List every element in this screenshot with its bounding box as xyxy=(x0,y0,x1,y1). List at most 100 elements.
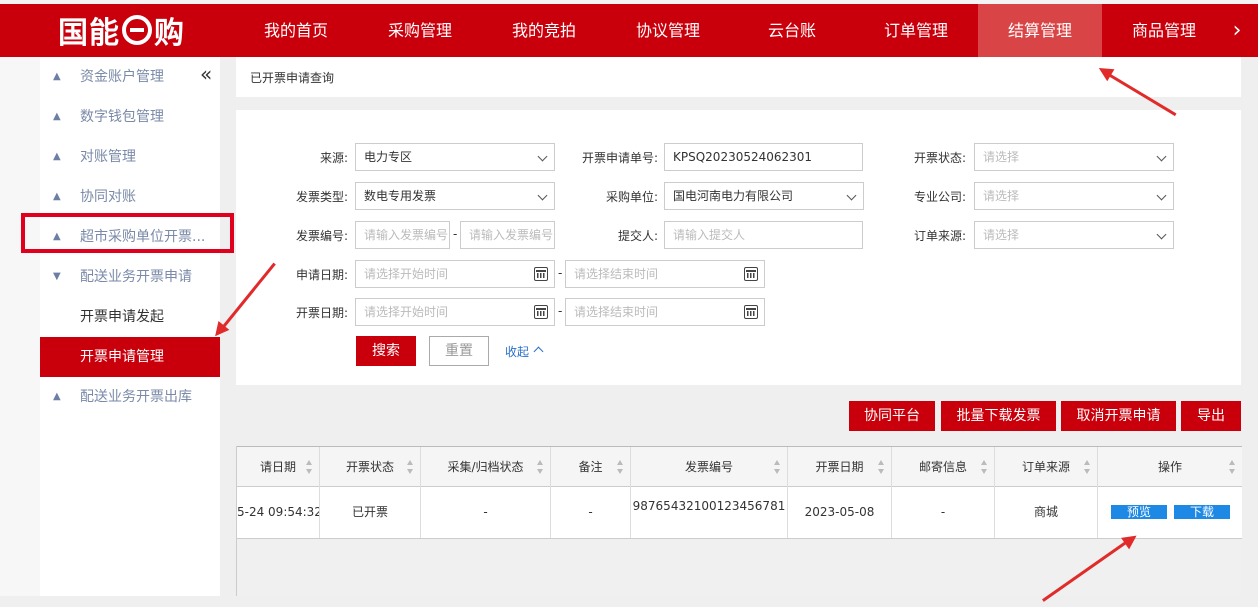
sidebar-item-label: 对账管理 xyxy=(80,149,136,165)
top-navbar: 国能 购 我的首页 采购管理 我的竞拍 协议管理 云台账 订单管理 结算管理 商… xyxy=(0,4,1258,57)
column-header[interactable]: 备注 xyxy=(551,447,631,487)
calendar-icon[interactable] xyxy=(534,267,548,281)
reset-button[interactable]: 重置 xyxy=(429,336,489,366)
source-select[interactable]: 电力专区 xyxy=(355,143,555,171)
sidebar-item-label: 协同对账 xyxy=(80,189,136,205)
sort-icon[interactable] xyxy=(878,460,885,474)
invoice-no-to-input[interactable]: 请输入发票编号 xyxy=(460,221,555,249)
column-header[interactable]: 邮寄信息 xyxy=(892,447,995,487)
chevron-down-icon xyxy=(846,190,857,201)
open-date-start-input[interactable]: 请选择开始时间 xyxy=(355,298,555,326)
nav-agreement[interactable]: 协议管理 xyxy=(606,4,730,57)
sort-icon[interactable] xyxy=(1229,460,1236,474)
calendar-icon[interactable] xyxy=(534,305,548,319)
chevron-down-icon xyxy=(537,190,548,201)
sidebar-item-reconcile[interactable]: ▲ 对账管理 xyxy=(40,137,220,177)
co-platform-button[interactable]: 协同平台 xyxy=(849,401,935,431)
sidebar-item-label: 配送业务开票申请 xyxy=(80,269,192,285)
invoice-no-to-placeholder: 请输入发票编号 xyxy=(469,228,554,242)
column-header[interactable]: 采集/归档状态 xyxy=(421,447,551,487)
triangle-up-icon: ▲ xyxy=(53,151,61,162)
sort-icon[interactable] xyxy=(774,460,781,474)
download-button[interactable]: 下载 xyxy=(1174,505,1230,519)
column-header[interactable]: 发票编号 xyxy=(631,447,788,487)
nav-goods[interactable]: 商品管理 xyxy=(1102,4,1226,57)
main-nav: 我的首页 采购管理 我的竞拍 协议管理 云台账 订单管理 结算管理 商品管理 xyxy=(234,4,1226,57)
source-value: 电力专区 xyxy=(364,150,413,164)
status-select[interactable]: 请选择 xyxy=(974,143,1174,171)
cell-mail: - xyxy=(892,487,995,538)
nav-settlement[interactable]: 结算管理 xyxy=(978,4,1102,57)
preview-button[interactable]: 预览 xyxy=(1111,505,1167,519)
apply-date-end-input[interactable]: 请选择结束时间 xyxy=(565,260,765,288)
column-header-label: 备注 xyxy=(578,460,603,474)
open-date-end-placeholder: 请选择结束时间 xyxy=(574,305,659,319)
submitter-placeholder: 请输入提交人 xyxy=(673,228,746,242)
breadcrumb: 已开票申请查询 xyxy=(250,71,335,85)
collapse-link[interactable]: 收起 xyxy=(505,343,544,360)
calendar-icon[interactable] xyxy=(744,305,758,319)
column-header-label: 邮寄信息 xyxy=(918,460,967,474)
sidebar-item-label: 配送业务开票出库 xyxy=(80,389,192,405)
column-header[interactable]: 订单来源 xyxy=(995,447,1098,487)
cell-actions: 预览 下载 xyxy=(1098,487,1242,538)
filter-panel: 来源: 电力专区 开票申请单号: KPSQ20230524062301 开票状态… xyxy=(236,110,1241,385)
column-header[interactable]: 请日期 xyxy=(237,447,320,487)
chevron-up-icon xyxy=(533,346,544,357)
company-label: 专业公司: xyxy=(913,190,966,204)
sort-icon[interactable] xyxy=(407,460,414,474)
sort-icon[interactable] xyxy=(617,460,624,474)
triangle-up-icon: ▲ xyxy=(53,71,61,82)
double-chevron-left-icon[interactable]: « xyxy=(200,64,212,84)
sidebar-item-label: 开票申请管理 xyxy=(80,349,164,365)
company-select[interactable]: 请选择 xyxy=(974,182,1174,210)
order-source-select[interactable]: 请选择 xyxy=(974,221,1174,249)
sidebar-item-delivery-invoice[interactable]: ▼ 配送业务开票申请 xyxy=(40,257,220,297)
chevron-right-icon[interactable]: › xyxy=(1216,4,1258,57)
column-header[interactable]: 操作 xyxy=(1098,447,1242,487)
sort-icon[interactable] xyxy=(537,460,544,474)
sidebar-item-label: 资金账户管理 xyxy=(80,69,164,85)
calendar-icon[interactable] xyxy=(744,267,758,281)
apply-date-start-placeholder: 请选择开始时间 xyxy=(364,267,449,281)
sort-icon[interactable] xyxy=(306,460,313,474)
sidebar-item-fund-account[interactable]: ▲ 资金账户管理 xyxy=(40,57,220,97)
sort-icon[interactable] xyxy=(1084,460,1091,474)
submitter-input[interactable]: 请输入提交人 xyxy=(664,221,863,249)
sidebar-item-wallet[interactable]: ▲ 数字钱包管理 xyxy=(40,97,220,137)
invoice-no-from-input[interactable]: 请输入发票编号 xyxy=(355,221,450,249)
sidebar-subitem-apply-start[interactable]: 开票申请发起 xyxy=(40,297,220,337)
cancel-apply-button[interactable]: 取消开票申请 xyxy=(1061,401,1176,431)
open-date-end-input[interactable]: 请选择结束时间 xyxy=(565,298,765,326)
apply-date-start-input[interactable]: 请选择开始时间 xyxy=(355,260,555,288)
column-header[interactable]: 开票状态 xyxy=(320,447,421,487)
type-select[interactable]: 数电专用发票 xyxy=(355,182,555,210)
sidebar-subitem-apply-manage[interactable]: 开票申请管理 xyxy=(40,337,220,377)
buyer-label: 采购单位: xyxy=(605,190,658,204)
nav-ledger[interactable]: 云台账 xyxy=(730,4,854,57)
nav-auction[interactable]: 我的竞拍 xyxy=(482,4,606,57)
range-dash: - xyxy=(453,227,458,241)
sidebar-item-delivery-outbound[interactable]: ▲ 配送业务开票出库 xyxy=(40,377,220,417)
search-button[interactable]: 搜索 xyxy=(356,336,416,366)
breadcrumb-bar: 已开票申请查询 xyxy=(236,57,1241,97)
sort-icon[interactable] xyxy=(981,460,988,474)
order-source-label: 订单来源: xyxy=(913,229,966,243)
nav-purchase[interactable]: 采购管理 xyxy=(358,4,482,57)
chevron-down-icon xyxy=(1156,190,1167,201)
open-date-label: 开票日期: xyxy=(295,306,348,320)
sidebar-item-co-reconcile[interactable]: ▲ 协同对账 xyxy=(40,177,220,217)
batch-download-button[interactable]: 批量下载发票 xyxy=(941,401,1056,431)
nav-home[interactable]: 我的首页 xyxy=(234,4,358,57)
column-header[interactable]: 开票日期 xyxy=(788,447,892,487)
chevron-down-icon xyxy=(1156,229,1167,240)
nav-orders[interactable]: 订单管理 xyxy=(854,4,978,57)
invoice-no-label: 发票编号: xyxy=(295,229,348,243)
logo: 国能 购 xyxy=(58,12,185,51)
export-button[interactable]: 导出 xyxy=(1181,401,1241,431)
table-header: 请日期 开票状态 采集/归档状态 备注 发票编号 开票日期 邮寄信息 订单来源 … xyxy=(237,446,1242,487)
apply-no-input[interactable]: KPSQ20230524062301 xyxy=(664,143,863,171)
table-row: 5-24 09:54:32 已开票 - - 987654321001234567… xyxy=(237,487,1242,539)
buyer-select[interactable]: 国电河南电力有限公司 xyxy=(664,182,864,210)
status-label: 开票状态: xyxy=(913,151,966,165)
